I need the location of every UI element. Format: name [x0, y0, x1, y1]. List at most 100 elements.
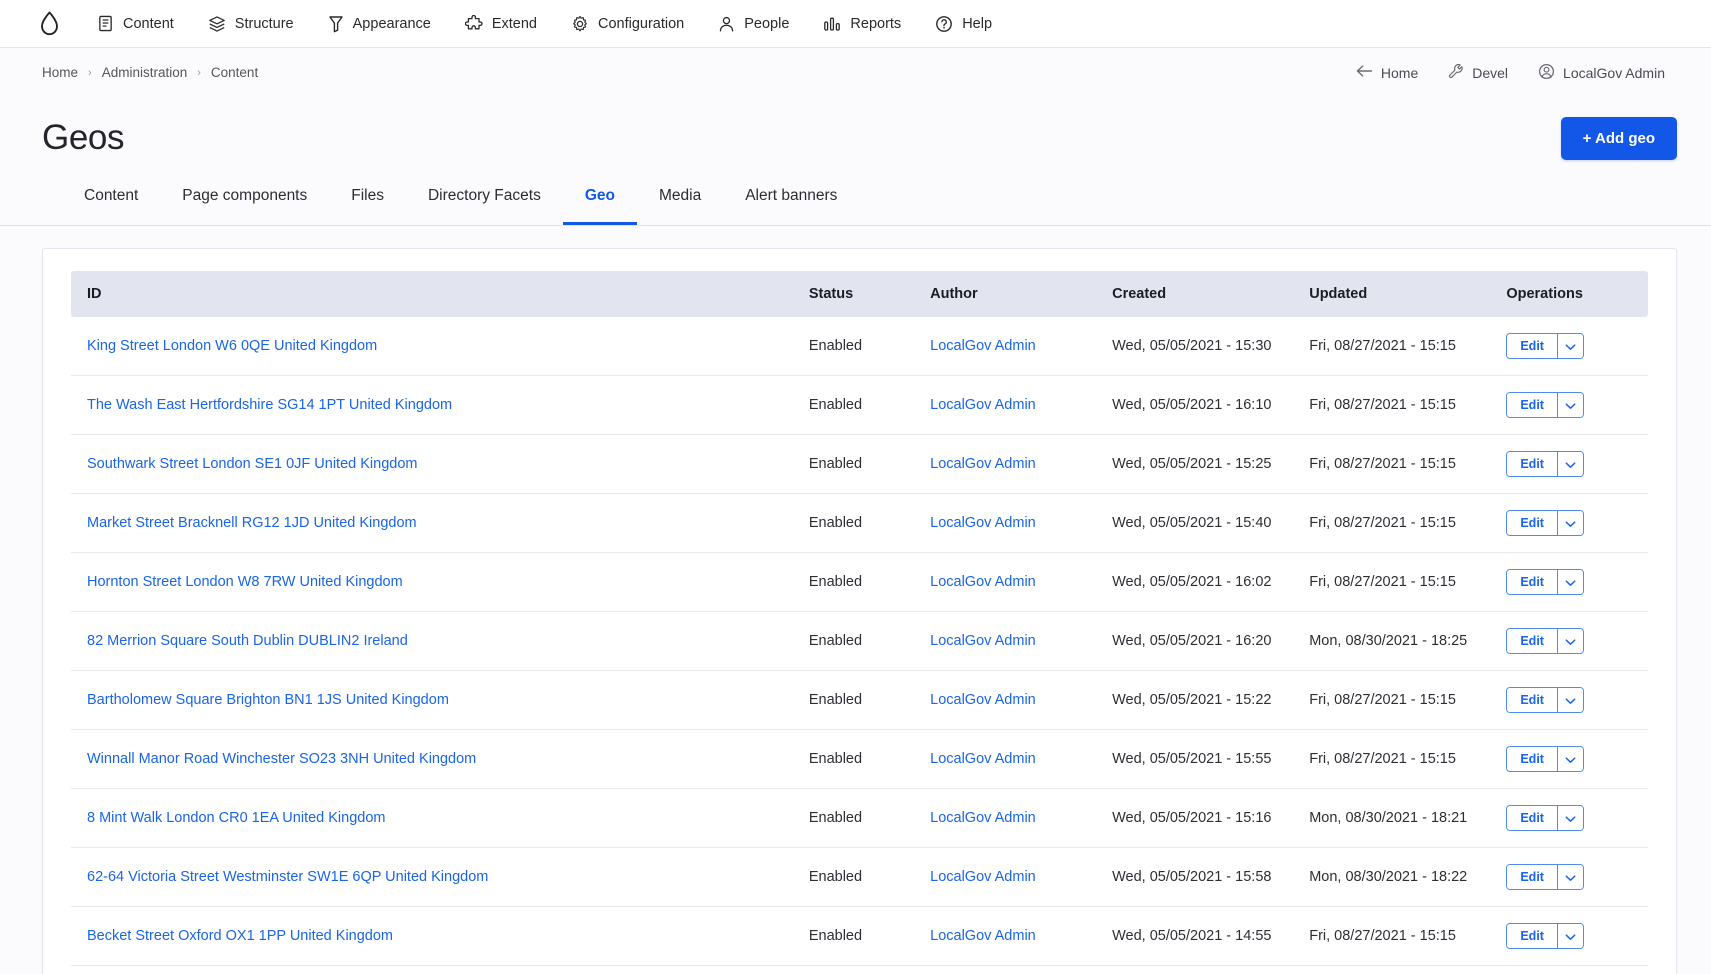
author-link[interactable]: LocalGov Admin	[930, 928, 1036, 944]
cell-operations: Edit	[1496, 670, 1648, 730]
operations-dropbutton: Edit	[1506, 746, 1584, 772]
edit-button[interactable]: Edit	[1507, 806, 1557, 830]
operations-toggle-button[interactable]	[1556, 511, 1583, 535]
geo-link[interactable]: Southwark Street London SE1 0JF United K…	[87, 456, 417, 472]
tab-alert-banners[interactable]: Alert banners	[723, 171, 859, 225]
home-link[interactable]: Home	[1344, 58, 1430, 87]
geo-link[interactable]: King Street London W6 0QE United Kingdom	[87, 338, 377, 354]
cell-updated: Fri, 08/27/2021 - 15:15	[1299, 317, 1497, 376]
cell-created: Wed, 05/05/2021 - 14:55	[1102, 906, 1300, 966]
geo-link[interactable]: 82 Merrion Square South Dublin DUBLIN2 I…	[87, 633, 408, 649]
cell-status: Enabled	[798, 906, 921, 966]
cell-status: Enabled	[798, 317, 921, 376]
edit-button[interactable]: Edit	[1507, 924, 1557, 948]
cell-updated: Mon, 08/30/2021 - 18:22	[1299, 847, 1497, 907]
toolbar-item-content[interactable]: Content	[80, 0, 191, 48]
cell-status: Enabled	[798, 729, 921, 789]
devel-link-label: Devel	[1472, 64, 1509, 81]
tab-media[interactable]: Media	[637, 171, 723, 225]
column-header-id[interactable]: ID	[71, 271, 799, 317]
cell-author: LocalGov Admin	[920, 611, 1103, 671]
operations-toggle-button[interactable]	[1556, 924, 1583, 948]
author-link[interactable]: LocalGov Admin	[930, 810, 1036, 826]
operations-toggle-button[interactable]	[1556, 629, 1583, 653]
chevron-right-icon: ›	[88, 66, 92, 79]
author-link[interactable]: LocalGov Admin	[930, 574, 1036, 590]
cell-created: Wed, 05/05/2021 - 16:02	[1102, 552, 1300, 612]
operations-toggle-button[interactable]	[1556, 393, 1583, 417]
tab-page-components[interactable]: Page components	[160, 171, 329, 225]
cell-id: Hornton Street London W8 7RW United King…	[71, 552, 799, 612]
cell-updated: Fri, 08/27/2021 - 15:15	[1299, 906, 1497, 966]
table-row: Winnall Manor Road Winchester SO23 3NH U…	[71, 729, 1648, 789]
tab-geo[interactable]: Geo	[562, 171, 637, 225]
author-link[interactable]: LocalGov Admin	[930, 692, 1036, 708]
table-row: 8 Mint Walk London CR0 1EA United Kingdo…	[71, 788, 1648, 848]
toolbar-item-configuration[interactable]: Configuration	[554, 0, 701, 48]
toolbar-item-help[interactable]: Help	[918, 0, 1009, 48]
toolbar-item-label: Appearance	[352, 15, 431, 32]
operations-dropbutton: Edit	[1506, 628, 1584, 654]
tab-directory-facets[interactable]: Directory Facets	[406, 171, 563, 225]
toolbar-item-appearance[interactable]: Appearance	[311, 0, 448, 48]
edit-button[interactable]: Edit	[1507, 393, 1557, 417]
author-link[interactable]: LocalGov Admin	[930, 456, 1036, 472]
geo-link[interactable]: Bartholomew Square Brighton BN1 1JS Unit…	[87, 692, 449, 708]
edit-button[interactable]: Edit	[1507, 570, 1557, 594]
column-header-created[interactable]: Created	[1102, 271, 1300, 317]
edit-button[interactable]: Edit	[1507, 629, 1557, 653]
geo-link[interactable]: The Wash East Hertfordshire SG14 1PT Uni…	[87, 397, 452, 413]
toolbar-item-people[interactable]: People	[701, 0, 806, 48]
edit-button[interactable]: Edit	[1507, 511, 1557, 535]
geo-link[interactable]: Becket Street Oxford OX1 1PP United King…	[87, 928, 393, 944]
geo-link[interactable]: 8 Mint Walk London CR0 1EA United Kingdo…	[87, 810, 385, 826]
tab-content[interactable]: Content	[62, 171, 160, 225]
operations-toggle-button[interactable]	[1556, 452, 1583, 476]
edit-button[interactable]: Edit	[1507, 747, 1557, 771]
column-header-status[interactable]: Status	[798, 271, 921, 317]
breadcrumb-item-content[interactable]: Content	[211, 65, 258, 80]
operations-toggle-button[interactable]	[1556, 334, 1583, 358]
chevron-down-icon	[1565, 811, 1576, 826]
author-link[interactable]: LocalGov Admin	[930, 869, 1036, 885]
drupal-droplet-logo[interactable]	[34, 9, 64, 39]
column-header-updated[interactable]: Updated	[1299, 271, 1497, 317]
breadcrumb-item-administration[interactable]: Administration	[102, 65, 188, 80]
table-row: The Wash East Hertfordshire SG14 1PT Uni…	[71, 375, 1648, 435]
geo-link[interactable]: 62-64 Victoria Street Westminster SW1E 6…	[87, 869, 488, 885]
table-row: Southwark Street London SE1 0JF United K…	[71, 434, 1648, 494]
author-link[interactable]: LocalGov Admin	[930, 751, 1036, 767]
cell-id: King Street London W6 0QE United Kingdom	[71, 317, 799, 376]
column-header-author[interactable]: Author	[920, 271, 1103, 317]
chevron-down-icon	[1565, 929, 1576, 944]
operations-toggle-button[interactable]	[1556, 865, 1583, 889]
geo-link[interactable]: Hornton Street London W8 7RW United King…	[87, 574, 403, 590]
edit-button[interactable]: Edit	[1507, 865, 1557, 889]
user-account-link[interactable]: LocalGov Admin	[1526, 57, 1677, 89]
tab-files[interactable]: Files	[329, 171, 406, 225]
toolbar-item-structure[interactable]: Structure	[191, 0, 311, 48]
edit-button[interactable]: Edit	[1507, 688, 1557, 712]
toolbar-item-extend[interactable]: Extend	[448, 0, 554, 48]
operations-toggle-button[interactable]	[1556, 806, 1583, 830]
cell-created: Wed, 05/05/2021 - 15:16	[1102, 788, 1300, 848]
chevron-down-icon	[1565, 516, 1576, 531]
author-link[interactable]: LocalGov Admin	[930, 633, 1036, 649]
add-geo-button[interactable]: + Add geo	[1560, 116, 1677, 160]
admin-toolbar: Content Structure Appearance Extend Conf…	[0, 0, 1711, 48]
geo-link[interactable]: Winnall Manor Road Winchester SO23 3NH U…	[87, 751, 476, 767]
devel-link[interactable]: Devel	[1436, 57, 1520, 88]
author-link[interactable]: LocalGov Admin	[930, 515, 1036, 531]
toolbar-item-reports[interactable]: Reports	[806, 0, 918, 48]
edit-button[interactable]: Edit	[1507, 452, 1557, 476]
operations-toggle-button[interactable]	[1556, 747, 1583, 771]
operations-toggle-button[interactable]	[1556, 688, 1583, 712]
user-account-label: LocalGov Admin	[1563, 64, 1665, 81]
breadcrumb-item-home[interactable]: Home	[42, 65, 78, 80]
author-link[interactable]: LocalGov Admin	[930, 338, 1036, 354]
edit-button[interactable]: Edit	[1507, 334, 1557, 358]
cell-operations: Edit	[1496, 552, 1648, 612]
geo-link[interactable]: Market Street Bracknell RG12 1JD United …	[87, 515, 417, 531]
operations-toggle-button[interactable]	[1556, 570, 1583, 594]
author-link[interactable]: LocalGov Admin	[930, 397, 1036, 413]
